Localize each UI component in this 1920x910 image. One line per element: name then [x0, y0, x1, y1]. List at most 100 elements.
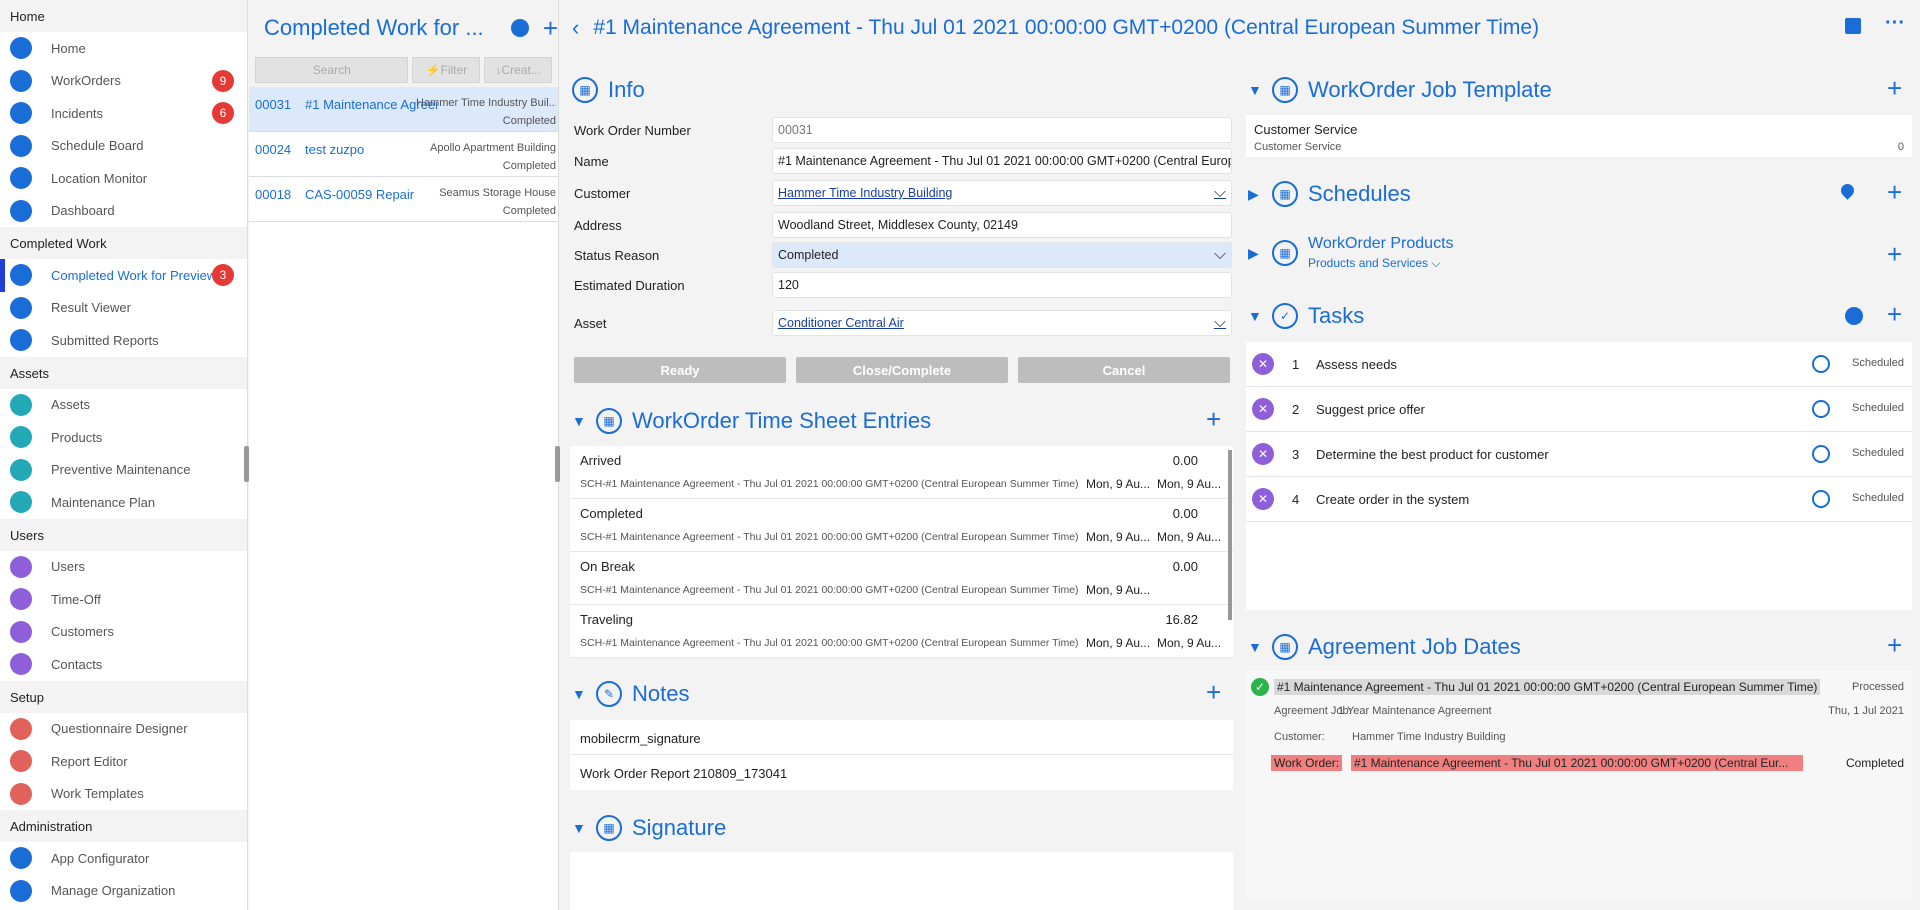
home-icon — [10, 37, 32, 60]
add-task-button[interactable]: + — [1887, 301, 1902, 327]
templates-icon — [10, 782, 32, 805]
timesheet-start: Mon, 9 Au... — [1086, 477, 1151, 491]
agreement-item[interactable]: ✓ #1 Maintenance Agreement - Thu Jul 01 … — [1246, 670, 1912, 900]
scrollbar[interactable] — [1228, 450, 1232, 620]
add-icon[interactable]: + — [543, 15, 558, 41]
field-value[interactable]: Hammer Time Industry Building ⌵ — [772, 180, 1232, 206]
sidebar-item-schedule-board[interactable]: Schedule Board — [0, 130, 247, 163]
table-row[interactable]: Traveling 16.82 SCH-#1 Maintenance Agreeme… — [570, 605, 1233, 658]
chevron-down-icon[interactable]: ⌵ — [1214, 314, 1226, 332]
list-item-num: 00031 — [255, 97, 292, 112]
add-job-template-button[interactable]: + — [1887, 75, 1902, 101]
sidebar-item-incidents[interactable]: Incidents 6 — [0, 97, 247, 130]
refresh-icon[interactable] — [510, 18, 529, 37]
collapse-icon[interactable]: ▼ — [1248, 82, 1272, 98]
products-icon — [10, 426, 32, 449]
sidebar-item-dashboard[interactable]: Dashboard — [0, 195, 247, 228]
field-value[interactable]: 00031 — [772, 117, 1232, 143]
refresh-icon[interactable] — [1845, 307, 1863, 325]
sidebar-item-maintenance-plan[interactable]: Maintenance Plan — [0, 486, 247, 519]
list-item[interactable]: 00024 test zuzpo Apollo Apartment Building… — [249, 132, 558, 177]
sidebar-item-customers[interactable]: Customers — [0, 616, 247, 649]
sidebar-item-assets[interactable]: Assets — [0, 389, 247, 422]
sidebar-item-submitted-reports[interactable]: Submitted Reports — [0, 324, 247, 357]
task-row[interactable]: ✕ 1 Assess needs Scheduled — [1246, 342, 1912, 387]
collapse-icon[interactable]: ▼ — [572, 820, 596, 836]
tasks-list: ✕ 1 Assess needs Scheduled ✕ 2 Suggest price o… — [1246, 342, 1912, 610]
timesheet-start: Mon, 9 Au... — [1086, 530, 1151, 544]
expand-icon[interactable]: ▶ — [1248, 186, 1272, 203]
task-row[interactable]: ✕ 2 Suggest price offer Scheduled — [1246, 387, 1912, 432]
more-icon[interactable]: ··· — [1885, 12, 1905, 35]
collapse-icon[interactable]: ▼ — [572, 413, 596, 429]
close-complete-button[interactable]: Close/Complete — [796, 357, 1008, 383]
questionnaire-icon — [10, 717, 32, 740]
add-note-button[interactable]: + — [1206, 679, 1221, 705]
table-row[interactable]: On Break 0.00 SCH-#1 Maintenance Agreement… — [570, 552, 1233, 605]
sidebar-item-completed-work-for-preview[interactable]: Completed Work for Preview 3 — [0, 259, 247, 292]
collapse-icon[interactable]: ▼ — [1248, 639, 1272, 655]
collapse-icon[interactable]: ▼ — [1248, 308, 1272, 324]
list-item[interactable]: 00018 CAS-00059 Repair Seamus Storage Hous… — [249, 177, 558, 222]
chevron-down-icon[interactable]: ⌵ — [1214, 246, 1226, 264]
create-button[interactable]: ↓ Creat... — [484, 57, 552, 83]
cancel-button[interactable]: Cancel — [1018, 357, 1230, 383]
list-item-status: Completed — [502, 115, 556, 127]
sidebar-item-work-templates[interactable]: Work Templates — [0, 778, 247, 811]
table-row[interactable]: Completed 0.00 SCH-#1 Maintenance Agreemen… — [570, 499, 1233, 552]
sidebar-item-app-configurator[interactable]: App Configurator — [0, 842, 247, 875]
chevron-down-icon[interactable]: ⌵ — [1214, 184, 1226, 202]
task-row[interactable]: ✕ 4 Create order in the system Scheduled — [1246, 477, 1912, 522]
add-timesheet-button[interactable]: + — [1206, 406, 1221, 432]
count-badge: 9 — [212, 69, 234, 92]
job-template-item[interactable]: Customer Service Customer Service 0 — [1246, 115, 1912, 157]
task-row[interactable]: ✕ 3 Determine the best product for custome… — [1246, 432, 1912, 477]
back-icon[interactable]: ‹ — [572, 15, 579, 41]
task-number: 2 — [1292, 401, 1300, 417]
sidebar-item-contacts[interactable]: Contacts — [0, 648, 247, 681]
sidebar-item-result-viewer[interactable]: Result Viewer — [0, 292, 247, 325]
filter-button[interactable]: ⚡ Filter — [412, 57, 481, 83]
field-text: Conditioner Central Air — [778, 316, 904, 330]
signature-pad[interactable] — [570, 852, 1233, 910]
save-icon[interactable] — [1845, 18, 1861, 34]
field-value[interactable]: Conditioner Central Air ⌵ — [772, 310, 1232, 336]
timesheet-end: Mon, 9 Au... — [1157, 530, 1222, 544]
check-icon: ✓ — [1251, 678, 1269, 696]
sidebar-item-workorders[interactable]: WorkOrders 9 — [0, 65, 247, 98]
add-schedule-button[interactable]: + — [1887, 179, 1902, 205]
agreement-icon: ▦ — [1272, 634, 1298, 660]
timesheet-end: Mon, 9 Au... — [1157, 636, 1222, 650]
table-row[interactable]: Arrived 0.00 SCH-#1 Maintenance Agreement … — [570, 446, 1233, 499]
field-value[interactable]: Completed ⌵ — [772, 242, 1232, 268]
field-value[interactable]: #1 Maintenance Agreement - Thu Jul 01 20… — [772, 148, 1232, 174]
map-pin-icon[interactable] — [1838, 181, 1857, 200]
timesheet-value: 0.00 — [1172, 559, 1198, 574]
sidebar-item-preventive-maintenance[interactable]: Preventive Maintenance — [0, 454, 247, 487]
list-item[interactable]: mobilecrm_signature — [570, 720, 1233, 755]
agreement-customer-value: Hammer Time Industry Building — [1352, 731, 1506, 743]
sidebar-item-location-monitor[interactable]: Location Monitor — [0, 162, 247, 195]
sidebar-item-home[interactable]: Home — [0, 32, 247, 65]
sidebar-item-manage-organization[interactable]: Manage Organization — [0, 875, 247, 908]
list-item[interactable]: Work Order Report 210809_173041 — [570, 755, 1233, 790]
expand-icon[interactable]: ▶ — [1248, 245, 1272, 262]
sidebar-item-users[interactable]: Users — [0, 551, 247, 584]
list-item-status: Completed — [502, 160, 556, 172]
sidebar-item-report-editor[interactable]: Report Editor — [0, 745, 247, 778]
task-number: 4 — [1292, 491, 1300, 507]
search-input[interactable]: Search — [255, 57, 409, 83]
add-agreement-date-button[interactable]: + — [1887, 632, 1902, 658]
sidebar-item-questionnaire-designer[interactable]: Questionnaire Designer — [0, 713, 247, 746]
sidebar-item-time-off[interactable]: Time-Off — [0, 583, 247, 616]
task-status: Scheduled — [1852, 492, 1904, 504]
ready-button[interactable]: Ready — [574, 357, 786, 383]
splitter-handle[interactable] — [244, 446, 249, 482]
collapse-icon[interactable]: ▼ — [572, 686, 596, 702]
sidebar-item-products[interactable]: Products — [0, 421, 247, 454]
products-filter[interactable]: Products and Services ⌵ — [1308, 256, 1454, 271]
field-value[interactable]: 120 — [772, 272, 1232, 298]
field-value[interactable]: Woodland Street, Middlesex County, 02149 — [772, 212, 1232, 238]
add-product-button[interactable]: + — [1887, 241, 1902, 267]
list-item[interactable]: 00031#1 Maintenance Agreem...Hammer Time… — [249, 87, 558, 132]
